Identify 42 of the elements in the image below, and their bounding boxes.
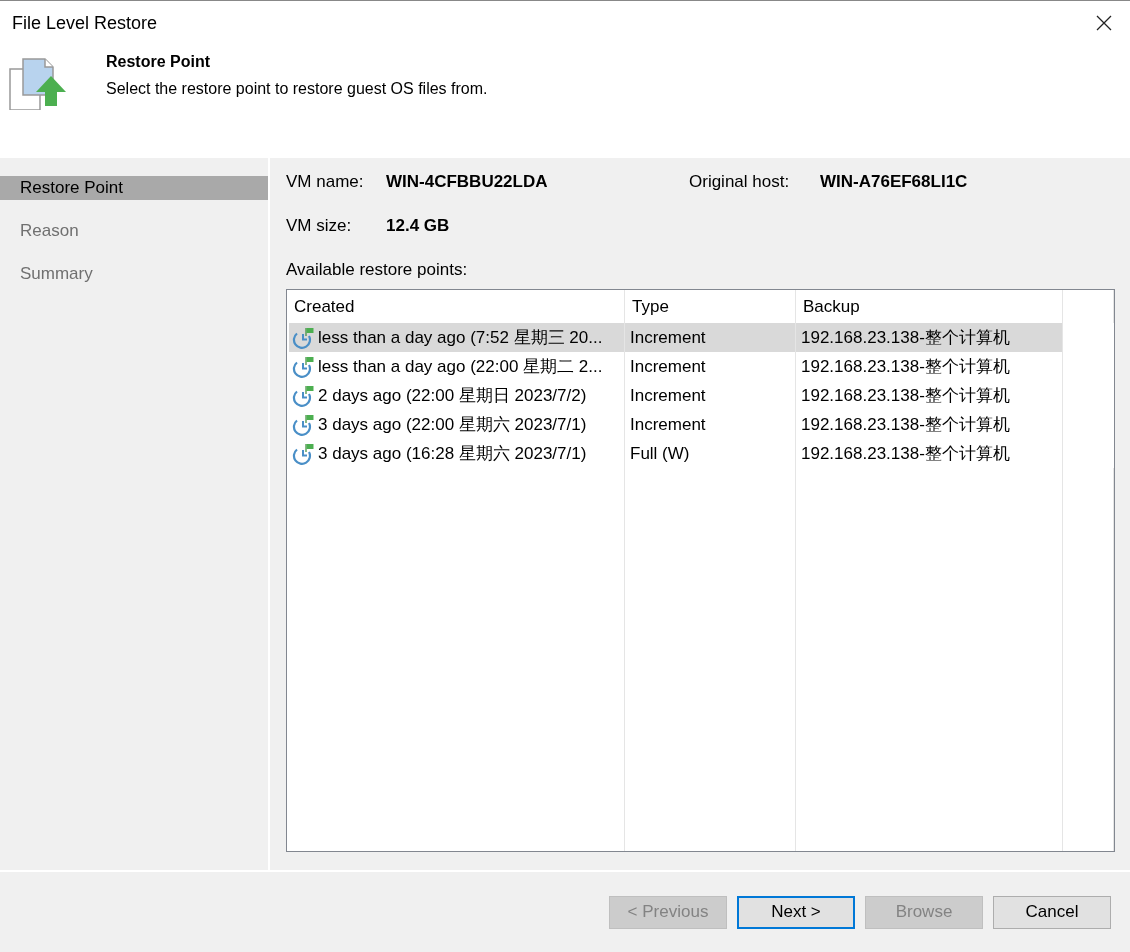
table-cell: 192.168.23.138-整个计算机 [796,381,1063,410]
field-value: 12.4 GB [386,216,450,236]
table-cell-text: less than a day ago (7:52 星期三 20... [318,327,603,349]
list-label: Available restore points: [286,260,469,280]
table-row[interactable]: 3 days ago (22:00 星期六 2023/7/1) Increment 192.168.23.138-整个计算机 [289,410,1063,439]
field-label: VM size: [286,216,353,236]
table-row[interactable]: less than a day ago (7:52 星期三 20... Increment 192.168.23.138-整个计算机 [289,323,1063,352]
table-cell: Increment [625,381,796,410]
table-cell: Increment [625,323,796,352]
table-cell: 192.168.23.138-整个计算机 [796,323,1063,352]
dialog-button[interactable]: Cancel [993,895,1111,929]
table-cell: Increment [625,410,796,439]
field-value: WIN-4CFBBU22LDA [386,172,548,192]
page-heading: Restore Point [106,53,211,71]
table-cell: Increment [625,352,796,381]
table-cell: Full (W) [625,439,796,468]
table-cell-text: 2 days ago (22:00 星期日 2023/7/2) [318,385,587,407]
restore-point-icon [292,355,314,378]
field-label: VM name: [286,172,365,192]
table-cell: 192.168.23.138-整个计算机 [796,439,1063,468]
dialog-button[interactable]: Next > [737,895,855,929]
restore-point-icon [292,326,314,349]
restore-point-icon [292,384,314,407]
sidebar-item[interactable]: Summary [0,262,268,286]
table-row[interactable]: less than a day ago (22:00 星期二 2... Increment 192.168.23.138-整个计算机 [289,352,1063,381]
table-row[interactable]: 2 days ago (22:00 星期日 2023/7/2) Increment 192.168.23.138-整个计算机 [289,381,1063,410]
table-cell: 192.168.23.138-整个计算机 [796,352,1063,381]
restore-point-icon [292,413,314,436]
table-cell-text: 3 days ago (22:00 星期六 2023/7/1) [318,414,587,436]
table-cell-text: less than a day ago (22:00 星期二 2... [318,356,603,378]
field-label: Original host: [689,172,791,192]
document-upload-icon [9,58,69,110]
restore-point-icon [292,442,314,465]
close-icon [1096,15,1112,31]
table-row[interactable]: 3 days ago (16:28 星期六 2023/7/1) Full (W) 192.168.23.138-整个计算机 [289,439,1063,468]
field-value: WIN-A76EF68LI1C [820,172,968,192]
table-cell-text: 3 days ago (16:28 星期六 2023/7/1) [318,443,587,465]
window-title: File Level Restore [12,12,158,34]
page-description: Select the restore point to restore guest OS files from. [106,80,488,98]
table-cell: 192.168.23.138-整个计算机 [796,410,1063,439]
sidebar-item[interactable]: Restore Point [0,176,268,200]
sidebar-item[interactable]: Reason [0,219,268,243]
